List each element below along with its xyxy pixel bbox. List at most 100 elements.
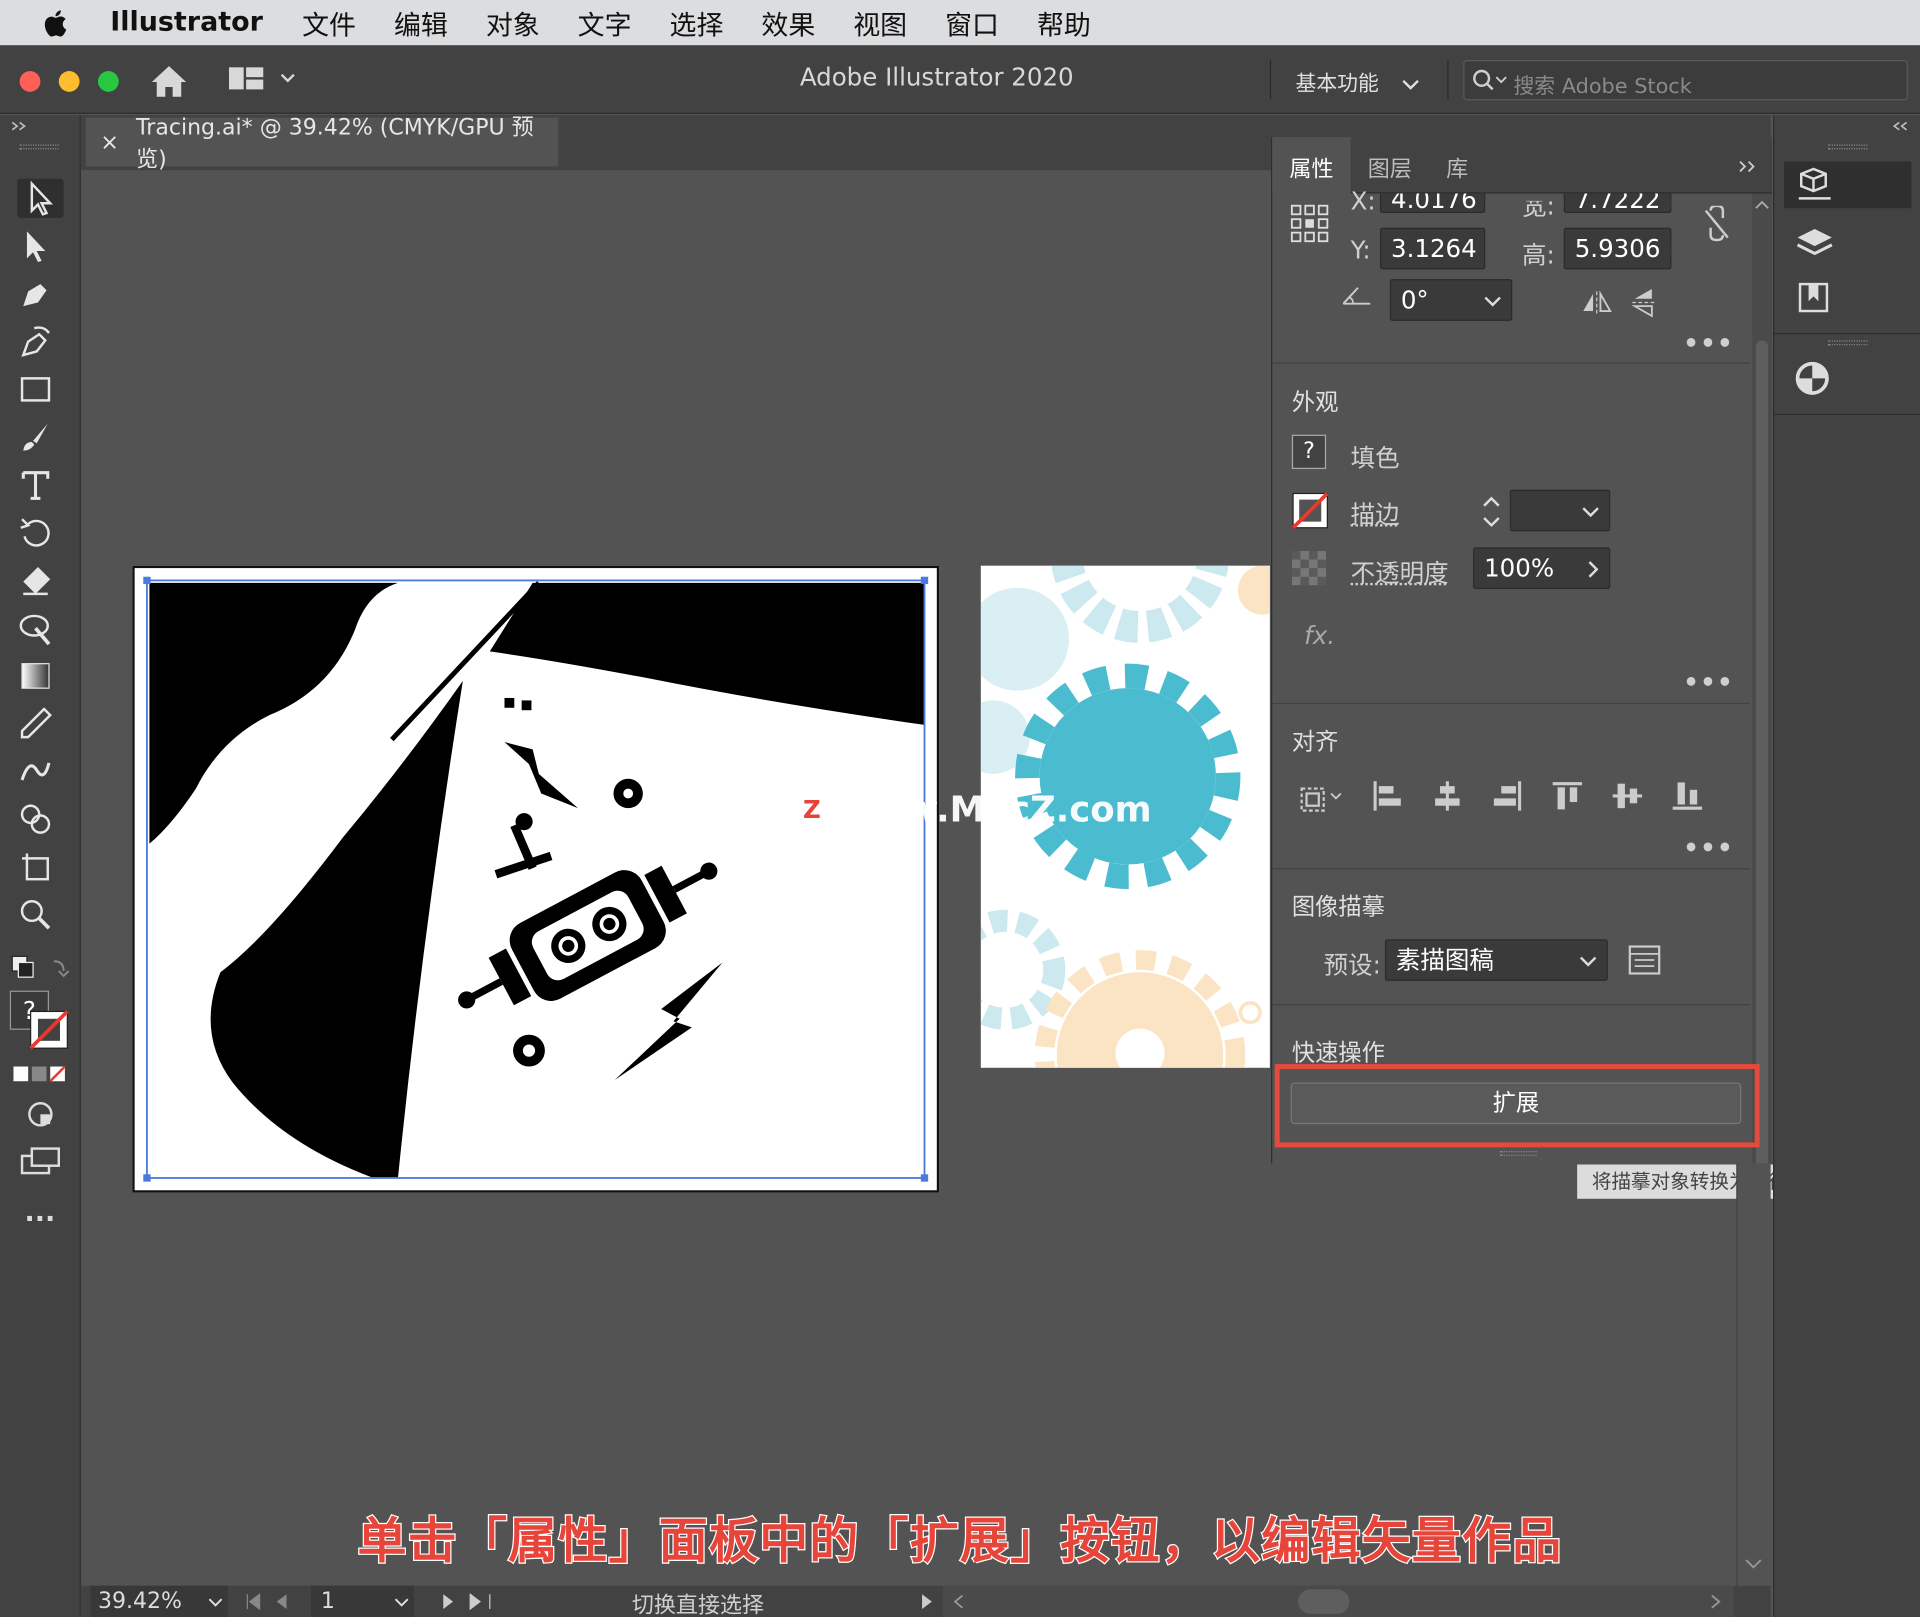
preset-select[interactable]: 素描图稿 [1385,939,1608,981]
opacity-label[interactable]: 不透明度 [1351,553,1449,589]
align-horizontal-center-icon[interactable] [1430,779,1464,813]
type-tool[interactable] [17,467,64,506]
paintbrush-tool[interactable] [17,419,64,458]
close-tab-button[interactable]: × [100,129,118,155]
arrange-documents-icon[interactable] [228,65,301,94]
align-left-icon[interactable] [1370,779,1404,813]
stroke-swatch-none[interactable] [29,1010,68,1049]
tab-libraries[interactable]: 库 [1446,152,1468,184]
stroke-weight-stepper[interactable] [1478,492,1505,531]
rotate-tool[interactable] [17,514,64,553]
stroke-weight-field[interactable] [1510,490,1610,532]
first-previous-artboard-icons[interactable] [245,1593,299,1610]
dock-grip[interactable] [1828,340,1867,345]
fill-swatch-unknown[interactable]: ? [1292,435,1326,469]
fx-button[interactable]: fx. [1304,621,1335,650]
minimize-window-button[interactable] [59,71,80,92]
expand-panel-icon[interactable] [10,120,27,132]
align-bottom-icon[interactable] [1670,779,1704,813]
next-last-artboard-icons[interactable] [438,1593,492,1610]
menu-effect[interactable]: 效果 [761,3,815,42]
tab-properties[interactable]: 属性 [1289,152,1333,184]
dock-properties-button[interactable] [1784,162,1911,209]
shape-builder-tool[interactable] [17,801,64,840]
height-field[interactable]: 5.9306 ir [1564,228,1672,270]
expand-button[interactable]: 扩展 [1291,1082,1742,1124]
selection-tool[interactable] [17,179,64,218]
menu-edit[interactable]: 编辑 [394,3,448,42]
image-trace-dock-icon[interactable] [1791,358,1833,400]
blend-tool[interactable] [17,753,64,792]
flip-horizontal-icon[interactable] [1581,289,1613,316]
close-window-button[interactable] [20,71,41,92]
gradient-tool[interactable] [17,658,64,697]
dock-grip[interactable] [1828,144,1867,149]
panel-scrollbar[interactable] [1752,193,1772,1163]
stroke-none-swatch[interactable] [1292,492,1329,529]
artboard-traced-image[interactable] [132,566,939,1193]
artboard-number-field[interactable]: 1 [311,1586,414,1617]
menu-window[interactable]: 窗口 [945,3,999,42]
reference-point-icon[interactable] [1289,203,1331,245]
zoom-window-button[interactable] [98,71,119,92]
workspace-switcher[interactable]: 基本功能 [1296,66,1420,97]
curvature-tool[interactable] [17,323,64,362]
zoom-field[interactable]: 39.42% [91,1586,228,1617]
scroll-right-icon[interactable] [1709,1594,1721,1609]
menu-object[interactable]: 对象 [486,3,540,42]
more-align-options[interactable]: ••• [1683,833,1734,862]
puppet-warp-tool[interactable] [17,610,64,649]
draw-mode-icon[interactable] [24,1098,56,1130]
home-icon[interactable] [149,62,188,99]
divider [1774,414,1920,415]
pen-tool[interactable] [17,276,64,315]
menu-file[interactable]: 文件 [302,3,356,42]
more-appearance-options[interactable]: ••• [1683,667,1734,696]
stroke-label[interactable]: 描边 [1351,495,1400,531]
pen-icon [17,276,54,313]
panel-grip[interactable] [20,144,59,149]
rotate-angle-field[interactable]: 0° [1390,279,1512,321]
eyedropper-tool[interactable] [17,705,64,744]
tab-layers[interactable]: 图层 [1368,152,1412,184]
menu-help[interactable]: 帮助 [1037,3,1091,42]
more-transform-options[interactable]: ••• [1683,328,1734,357]
align-top-icon[interactable] [1550,779,1584,813]
eraser-tool[interactable] [17,562,64,601]
apple-icon[interactable] [39,6,73,40]
traced-artwork[interactable] [135,568,937,1190]
flip-vertical-icon[interactable] [1630,287,1657,319]
direct-selection-tool[interactable] [17,228,64,267]
align-to-selection-icon[interactable] [1297,779,1346,816]
menu-type[interactable]: 文字 [578,3,632,42]
status-menu-icon[interactable] [918,1593,935,1610]
rectangle-tool[interactable] [17,371,64,410]
panel-resize-grip[interactable] [1500,1151,1537,1156]
artboard-tool[interactable] [17,849,64,888]
libraries-icon[interactable] [1794,279,1836,316]
horizontal-scrollbar[interactable] [943,1586,1734,1617]
x-label: X: [1351,186,1376,215]
align-vertical-center-icon[interactable] [1610,779,1644,813]
constrain-proportions-icon[interactable] [1701,206,1733,243]
scroll-left-icon[interactable] [953,1594,965,1609]
color-mode-icons[interactable] [12,1064,68,1086]
y-field[interactable]: 3.1264 i [1380,228,1485,270]
panel-menu-chevrons-icon[interactable] [1738,159,1758,174]
swap-default-colors-icon[interactable] [10,954,71,983]
layers-icon[interactable] [1794,225,1836,262]
menu-select[interactable]: 选择 [670,3,724,42]
edit-toolbar-button[interactable]: ··· [24,1205,55,1236]
menu-view[interactable]: 视图 [853,3,907,42]
opacity-field[interactable]: 100% [1473,547,1610,589]
horizontal-scroll-thumb[interactable] [1298,1589,1349,1613]
collapse-dock-icon[interactable] [1892,120,1909,132]
align-right-icon[interactable] [1490,779,1524,813]
app-menu[interactable]: Illustrator [110,7,263,38]
image-trace-panel-icon[interactable] [1627,943,1661,977]
zoom-tool[interactable] [17,896,64,935]
screen-mode-icon[interactable] [20,1146,62,1178]
stock-search-input[interactable]: 搜索 Adobe Stock [1463,60,1907,100]
document-tab[interactable]: × Tracing.ai* @ 39.42% (CMYK/GPU 预览) [86,118,559,167]
scroll-up-icon[interactable] [1755,198,1770,210]
